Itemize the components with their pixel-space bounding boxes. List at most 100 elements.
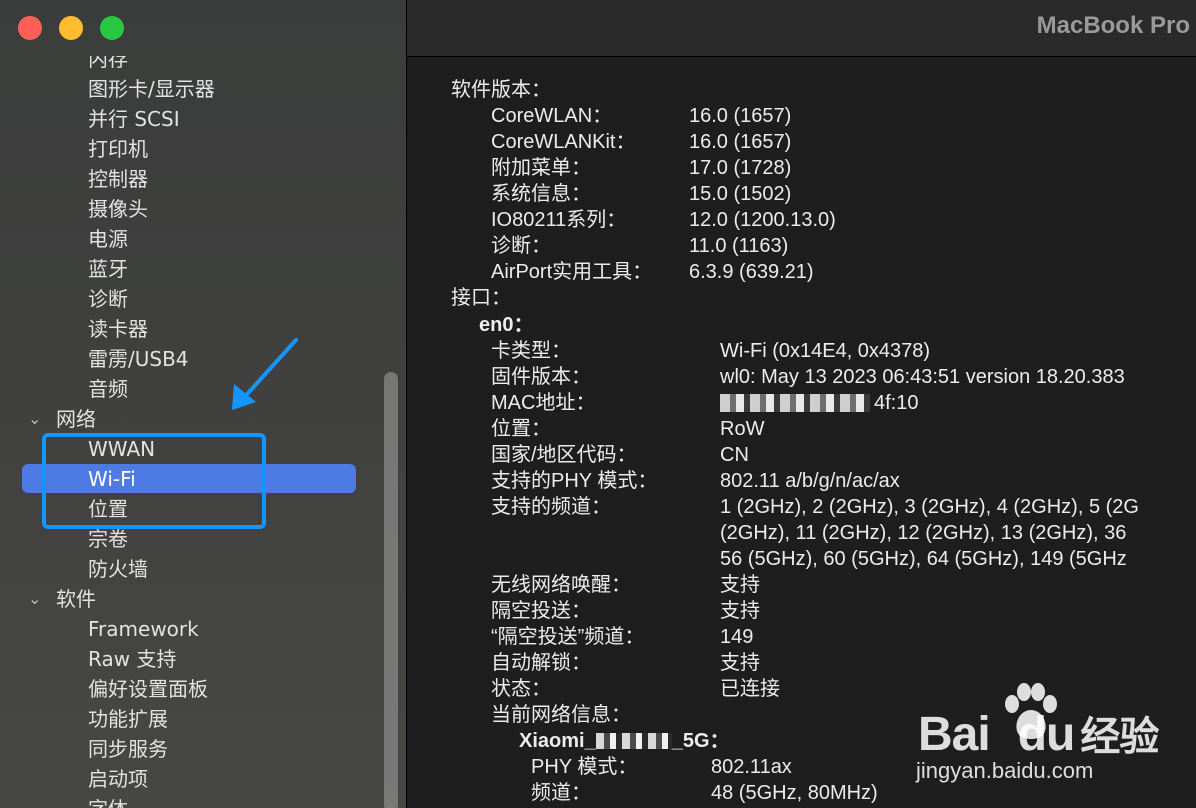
detail-key: 系统信息：	[491, 183, 591, 205]
detail-value: 11.0 (1163)	[689, 235, 789, 257]
system-information-window: 内存 图形卡/显示器 并行 SCSI 打印机 控制器 摄像头 电源 蓝牙 诊断 …	[0, 0, 1196, 808]
detail-value: 16.0 (1657)	[689, 105, 792, 127]
sidebar-section-label: 网络	[56, 407, 96, 431]
window-title: MacBook Pro	[1036, 12, 1190, 39]
detail-key: 频道：	[531, 782, 591, 804]
detail-value: 802.11 a/b/g/n/ac/ax	[720, 470, 900, 492]
detail-key: 隔空投送：	[491, 600, 591, 622]
sidebar-item-label: 字体	[88, 794, 128, 808]
sidebar-item-label: 控制器	[88, 167, 148, 191]
sidebar-scrollbar[interactable]	[384, 372, 398, 808]
network-name-suffix: _5G：	[671, 730, 730, 752]
detail-value: 149	[720, 626, 754, 648]
sidebar-section-software[interactable]: ⌄ 软件	[0, 584, 406, 614]
sidebar-item-fonts[interactable]: 字体	[0, 794, 406, 808]
detail-key: 状态：	[491, 678, 551, 700]
sidebar-item-preference-panes[interactable]: 偏好设置面板	[0, 674, 406, 704]
sidebar-item-firewall[interactable]: 防火墙	[0, 554, 406, 584]
network-name: Xiaomi_ _5G：	[519, 728, 730, 754]
sidebar-item-label: Framework	[88, 617, 199, 641]
sidebar-item-label: Raw 支持	[88, 647, 177, 671]
sidebar: 内存 图形卡/显示器 并行 SCSI 打印机 控制器 摄像头 电源 蓝牙 诊断 …	[0, 0, 407, 808]
sidebar-item-label: 摄像头	[88, 197, 148, 221]
redacted-mask	[720, 394, 870, 412]
sidebar-item-label: 同步服务	[88, 737, 168, 761]
detail-value: 支持	[720, 574, 760, 596]
sidebar-tree: 内存 图形卡/显示器 并行 SCSI 打印机 控制器 摄像头 电源 蓝牙 诊断 …	[0, 56, 406, 808]
sidebar-item-label: 并行 SCSI	[88, 107, 180, 131]
sidebar-item-label: 打印机	[88, 137, 148, 161]
interfaces-header: 接口：	[451, 287, 511, 309]
window-controls	[18, 16, 124, 40]
detail-value: 802.11ax	[711, 756, 792, 778]
detail-key: “隔空投送”频道：	[491, 626, 645, 648]
detail-key: 附加菜单：	[491, 157, 591, 179]
sidebar-item-label: 偏好设置面板	[88, 677, 208, 701]
sidebar-item-label: 功能扩展	[88, 707, 168, 731]
close-button[interactable]	[18, 16, 42, 40]
detail-value: 已连接	[720, 678, 780, 700]
detail-key: 国家/地区代码：	[491, 444, 637, 466]
detail-key: CoreWLANKit：	[491, 131, 636, 153]
detail-value: CN	[720, 444, 749, 466]
network-name-prefix: Xiaomi_	[519, 730, 596, 752]
detail-value: wl0: May 13 2023 06:43:51 version 18.20.…	[720, 366, 1125, 388]
sidebar-item-label: 内存	[88, 56, 128, 71]
sidebar-item-sync-services[interactable]: 同步服务	[0, 734, 406, 764]
zoom-button[interactable]	[100, 16, 124, 40]
sidebar-item-audio[interactable]: 音频	[0, 374, 406, 404]
detail-value: 17.0 (1728)	[689, 157, 792, 179]
minimize-button[interactable]	[59, 16, 83, 40]
detail-value: 支持	[720, 600, 760, 622]
detail-value: Wi-Fi (0x14E4, 0x4378)	[720, 340, 931, 362]
sidebar-item-label: 启动项	[88, 767, 148, 791]
annotation-highlight-box	[42, 433, 266, 529]
sidebar-item-startup-items[interactable]: 启动项	[0, 764, 406, 794]
interface-name: en0：	[479, 314, 534, 336]
redacted-mask	[595, 733, 672, 749]
sidebar-item-parallel-scsi[interactable]: 并行 SCSI	[0, 104, 406, 134]
sidebar-item-thunderbolt[interactable]: 雷雳/USB4	[0, 344, 406, 374]
detail-value: 支持	[720, 652, 760, 674]
sidebar-item-printers[interactable]: 打印机	[0, 134, 406, 164]
detail-pane: MacBook Pro 软件版本： CoreWLAN： 16.0 (1657) …	[407, 0, 1196, 808]
sidebar-item-memory[interactable]: 内存	[0, 56, 406, 74]
sidebar-item-diagnostics[interactable]: 诊断	[0, 284, 406, 314]
detail-key: 支持的PHY 模式：	[491, 470, 658, 492]
sidebar-section-label: 软件	[56, 587, 96, 611]
detail-value: 6.3.9 (639.21)	[689, 261, 814, 283]
sidebar-item-label: 音频	[88, 377, 128, 401]
detail-key: PHY 模式：	[531, 756, 638, 778]
sidebar-item-label: 电源	[88, 227, 128, 251]
detail-key: AirPort实用工具：	[491, 261, 653, 283]
chevron-down-icon[interactable]: ⌄	[28, 404, 48, 434]
software-versions-header: 软件版本：	[451, 79, 551, 101]
sidebar-item-card-reader[interactable]: 读卡器	[0, 314, 406, 344]
sidebar-item-bluetooth[interactable]: 蓝牙	[0, 254, 406, 284]
sidebar-item-graphics[interactable]: 图形卡/显示器	[0, 74, 406, 104]
detail-value: 16.0 (1657)	[689, 131, 792, 153]
detail-key: 卡类型：	[491, 340, 571, 362]
sidebar-section-network[interactable]: ⌄ 网络	[0, 404, 406, 434]
detail-value: 48 (5GHz, 80MHz)	[711, 782, 878, 804]
detail-value: 1 (2GHz), 2 (2GHz), 3 (2GHz), 4 (2GHz), …	[720, 496, 1139, 518]
sidebar-item-camera[interactable]: 摄像头	[0, 194, 406, 224]
sidebar-item-label: 诊断	[88, 287, 128, 311]
detail-key: 自动解锁：	[491, 652, 591, 674]
sidebar-item-controller[interactable]: 控制器	[0, 164, 406, 194]
detail-key: IO80211系列：	[491, 209, 627, 231]
sidebar-item-label: 防火墙	[88, 557, 148, 581]
detail-key: 位置：	[491, 418, 551, 440]
detail-key: 当前网络信息：	[491, 704, 631, 726]
sidebar-item-extensions[interactable]: 功能扩展	[0, 704, 406, 734]
detail-value: 12.0 (1200.13.0)	[689, 209, 836, 231]
detail-key: CoreWLAN：	[491, 105, 613, 127]
chevron-down-icon[interactable]: ⌄	[28, 584, 48, 614]
wifi-details: 软件版本： CoreWLAN： 16.0 (1657) CoreWLANKit：…	[407, 56, 1196, 808]
sidebar-item-label: 图形卡/显示器	[88, 77, 215, 101]
sidebar-item-framework[interactable]: Framework	[0, 614, 406, 644]
sidebar-item-power[interactable]: 电源	[0, 224, 406, 254]
detail-value: 15.0 (1502)	[689, 183, 792, 205]
sidebar-item-raw-support[interactable]: Raw 支持	[0, 644, 406, 674]
detail-value: RoW	[720, 418, 765, 440]
